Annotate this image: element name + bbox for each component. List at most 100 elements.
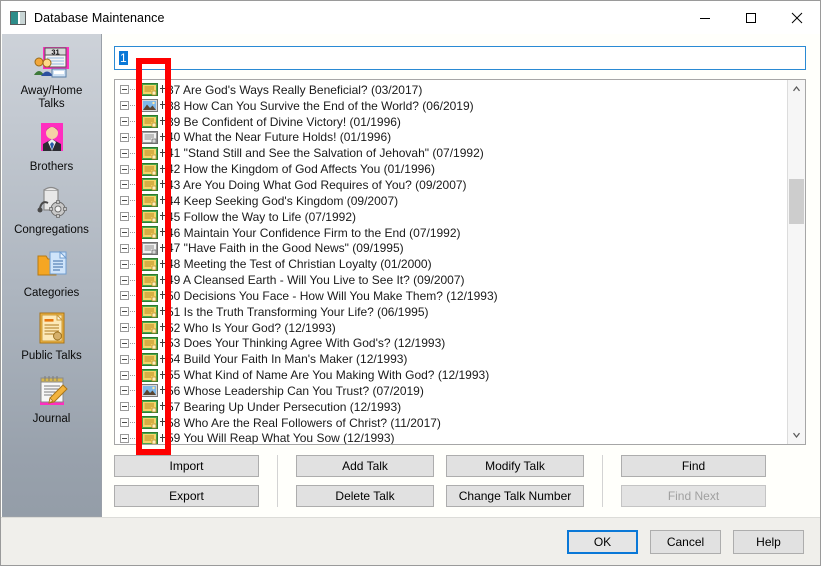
document-yellow-icon xyxy=(141,305,158,319)
delete-talk-button[interactable]: Delete Talk xyxy=(296,485,434,507)
expand-collapse-icon[interactable] xyxy=(120,307,129,317)
scroll-thumb[interactable] xyxy=(789,179,804,224)
scroll-track[interactable] xyxy=(788,97,805,427)
talk-list-item[interactable]: 44 Keep Seeking God's Kingdom (09/2007) xyxy=(115,193,787,209)
talk-list-item[interactable]: 54 Build Your Faith In Man's Maker (12/1… xyxy=(115,351,787,367)
talk-list-scrollbar[interactable] xyxy=(787,80,805,444)
expand-collapse-icon[interactable] xyxy=(120,370,129,380)
talk-list-item[interactable]: 50 Decisions You Face - How Will You Mak… xyxy=(115,288,787,304)
expand-collapse-icon[interactable] xyxy=(120,85,129,95)
document-yellow-icon xyxy=(141,368,158,382)
expand-collapse-icon[interactable] xyxy=(120,259,129,269)
expand-collapse-icon[interactable] xyxy=(120,291,129,301)
tree-connector-line xyxy=(130,327,140,329)
talk-list-item[interactable]: 57 Bearing Up Under Persecution (12/1993… xyxy=(115,399,787,415)
sidebar-item-brothers[interactable]: Brothers xyxy=(3,117,101,180)
ok-button[interactable]: OK xyxy=(567,529,638,554)
tree-connector-line xyxy=(130,200,140,202)
expand-collapse-icon[interactable] xyxy=(120,386,129,396)
sidebar-item-public-talks[interactable]: Public Talks xyxy=(3,306,101,369)
find-next-button[interactable]: Find Next xyxy=(621,485,766,507)
export-button[interactable]: Export xyxy=(114,485,259,507)
talk-list-item[interactable]: 56 Whose Leadership Can You Trust? (07/2… xyxy=(115,383,787,399)
find-button[interactable]: Find xyxy=(621,455,766,477)
talk-list-item[interactable]: 38 How Can You Survive the End of the Wo… xyxy=(115,98,787,114)
talk-list-item-label: 56 Whose Leadership Can You Trust? (07/2… xyxy=(167,383,424,398)
expand-collapse-icon[interactable] xyxy=(120,418,129,428)
expand-collapse-icon[interactable] xyxy=(120,323,129,333)
expand-collapse-icon[interactable] xyxy=(120,354,129,364)
expand-collapse-icon[interactable] xyxy=(120,101,129,111)
talk-list-item[interactable]: 43 Are You Doing What God Requires of Yo… xyxy=(115,177,787,193)
import-button[interactable]: Import xyxy=(114,455,259,477)
talk-list-item-label: 42 How the Kingdom of God Affects You (0… xyxy=(167,162,435,177)
talk-list-item[interactable]: 55 What Kind of Name Are You Making With… xyxy=(115,367,787,383)
tree-connector-line xyxy=(130,216,140,218)
talk-list-item[interactable]: 45 Follow the Way to Life (07/1992) xyxy=(115,209,787,225)
tree-connector-line xyxy=(130,342,140,344)
document-yellow-icon xyxy=(141,273,158,287)
talk-list-item[interactable]: 39 Be Confident of Divine Victory! (01/1… xyxy=(115,114,787,130)
window-controls xyxy=(682,1,820,34)
talk-list-item[interactable]: 46 Maintain Your Confidence Firm to the … xyxy=(115,225,787,241)
talk-list-item[interactable]: 53 Does Your Thinking Agree With God's? … xyxy=(115,336,787,352)
maximize-button[interactable] xyxy=(728,1,774,34)
sidebar-item-label: Public Talks xyxy=(21,350,82,362)
expand-collapse-icon[interactable] xyxy=(120,402,129,412)
document-yellow-icon xyxy=(141,210,158,224)
item-marker-icon xyxy=(160,83,166,96)
expand-collapse-icon[interactable] xyxy=(120,212,129,222)
expand-collapse-icon[interactable] xyxy=(120,164,129,174)
talk-list-item-label: 50 Decisions You Face - How Will You Mak… xyxy=(167,288,498,303)
talk-list-item-label: 37 Are God's Ways Really Beneficial? (03… xyxy=(167,82,423,97)
expand-collapse-icon[interactable] xyxy=(120,132,129,142)
item-marker-icon xyxy=(160,305,166,318)
talk-list-item[interactable]: 40 What the Near Future Holds! (01/1996) xyxy=(115,130,787,146)
expand-collapse-icon[interactable] xyxy=(120,196,129,206)
expand-collapse-icon[interactable] xyxy=(120,275,129,285)
talk-list-item-label: 43 Are You Doing What God Requires of Yo… xyxy=(167,177,467,192)
certificate-document-icon xyxy=(30,310,74,348)
tree-connector-line xyxy=(130,374,140,376)
talk-list-item[interactable]: 49 A Cleansed Earth - Will You Live to S… xyxy=(115,272,787,288)
sidebar-item-away-home-talks[interactable]: 31 Away/Home Talks xyxy=(3,41,101,117)
expand-collapse-icon[interactable] xyxy=(120,243,129,253)
talk-list-item-label: 53 Does Your Thinking Agree With God's? … xyxy=(167,336,446,351)
cancel-button[interactable]: Cancel xyxy=(650,529,721,554)
item-marker-icon xyxy=(160,99,166,112)
talk-list-container: 37 Are God's Ways Really Beneficial? (03… xyxy=(114,79,806,445)
talk-list-item[interactable]: 51 Is the Truth Transforming Your Life? … xyxy=(115,304,787,320)
talk-number-input[interactable]: 1 xyxy=(114,46,806,70)
close-button[interactable] xyxy=(774,1,820,34)
talk-list-item[interactable]: 42 How the Kingdom of God Affects You (0… xyxy=(115,161,787,177)
talk-list-item[interactable]: 37 Are God's Ways Really Beneficial? (03… xyxy=(115,82,787,98)
sidebar-item-categories[interactable]: Categories xyxy=(3,243,101,306)
change-talk-number-button[interactable]: Change Talk Number xyxy=(446,485,584,507)
scroll-up-arrow[interactable] xyxy=(788,80,805,97)
expand-collapse-icon[interactable] xyxy=(120,148,129,158)
tree-connector-line xyxy=(130,184,140,186)
sidebar-item-label: Congregations xyxy=(14,224,89,236)
talk-list-item[interactable]: 47 "Have Faith in the Good News" (09/199… xyxy=(115,240,787,256)
expand-collapse-icon[interactable] xyxy=(120,180,129,190)
modify-talk-button[interactable]: Modify Talk xyxy=(446,455,584,477)
tree-connector-line xyxy=(130,390,140,392)
add-talk-button[interactable]: Add Talk xyxy=(296,455,434,477)
talk-list[interactable]: 37 Are God's Ways Really Beneficial? (03… xyxy=(115,80,787,444)
expand-collapse-icon[interactable] xyxy=(120,338,129,348)
expand-collapse-icon[interactable] xyxy=(120,433,129,443)
sidebar-item-congregations[interactable]: Congregations xyxy=(3,180,101,243)
talk-list-item[interactable]: 41 "Stand Still and See the Salvation of… xyxy=(115,145,787,161)
talk-list-item[interactable]: 52 Who Is Your God? (12/1993) xyxy=(115,320,787,336)
minimize-button[interactable] xyxy=(682,1,728,34)
talk-list-item[interactable]: 58 Who Are the Real Followers of Christ?… xyxy=(115,415,787,431)
help-button[interactable]: Help xyxy=(733,529,804,554)
expand-collapse-icon[interactable] xyxy=(120,117,129,127)
document-yellow-icon xyxy=(141,400,158,414)
scroll-down-arrow[interactable] xyxy=(788,427,805,444)
talk-list-item[interactable]: 59 You Will Reap What You Sow (12/1993) xyxy=(115,431,787,444)
sidebar-item-journal[interactable]: Journal xyxy=(3,369,101,432)
document-yellow-icon xyxy=(141,115,158,129)
expand-collapse-icon[interactable] xyxy=(120,228,129,238)
talk-list-item[interactable]: 48 Meeting the Test of Christian Loyalty… xyxy=(115,256,787,272)
